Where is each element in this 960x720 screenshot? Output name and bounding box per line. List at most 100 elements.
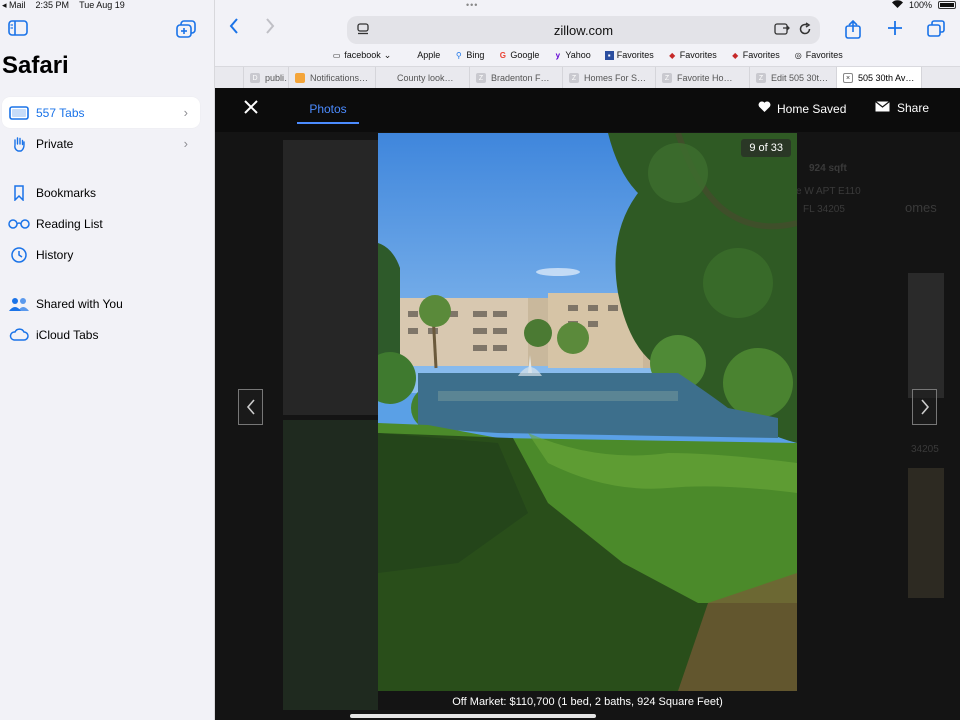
book-icon: ▪ <box>604 50 614 60</box>
photo-counter: 9 of 33 <box>741 139 791 157</box>
tab-favicon: Z <box>476 73 486 83</box>
tab-favicon: Z <box>569 73 579 83</box>
tab-label: 505 30th Av… <box>858 73 915 83</box>
reader-icon[interactable] <box>774 22 790 39</box>
background-city: FL 34205 <box>803 204 845 215</box>
battery-percent: 100% <box>908 0 932 10</box>
next-photo-button[interactable] <box>912 389 937 425</box>
sidebar-item-shared-with-you[interactable]: Shared with You <box>2 288 200 319</box>
tab-item[interactable]: Notifications… <box>289 67 376 89</box>
page-menu-icon[interactable] <box>356 23 370 39</box>
chevron-right-icon: › <box>183 136 188 151</box>
wifi-icon <box>891 0 903 10</box>
envelope-icon <box>875 101 890 115</box>
sidebar-item-tabs[interactable]: 557 Tabs › <box>2 97 200 128</box>
glasses-icon <box>8 216 30 232</box>
people-icon <box>8 296 30 312</box>
sidebar-item-label: Bookmarks <box>36 185 97 200</box>
favorite-folder-3[interactable]: ◆ Favorites <box>731 50 780 60</box>
chevron-left-icon <box>246 399 255 415</box>
new-tab-group-icon[interactable] <box>176 20 196 43</box>
home-indicator[interactable] <box>350 714 596 718</box>
tabs-icon <box>8 105 30 121</box>
favorite-folder-4[interactable]: ◎ Favorites <box>794 50 843 60</box>
tab-pinned[interactable]: Z <box>215 67 244 89</box>
sidebar-item-history[interactable]: History <box>2 239 200 270</box>
tab-favicon: Z <box>662 73 672 83</box>
status-bar: ◂ Mail 2:35 PM Tue Aug 19 ••• 100% <box>0 0 960 10</box>
sidebar-item-label: iCloud Tabs <box>36 327 99 342</box>
chevron-down-icon: ⌄ <box>383 49 392 60</box>
google-icon: G <box>499 50 506 60</box>
listing-photo[interactable]: 9 of 33 <box>378 133 797 691</box>
sidebar-item-label: Reading List <box>36 216 103 231</box>
status-left: ◂ Mail 2:35 PM Tue Aug 19 <box>2 0 125 11</box>
sidebar-title: Safari <box>2 52 69 79</box>
tab-overview-icon[interactable] <box>927 20 945 42</box>
new-tab-icon[interactable] <box>887 20 903 41</box>
favorite-folder-2[interactable]: ◆ Favorites <box>668 50 717 60</box>
favorite-bing[interactable]: ⚲ Bing <box>454 50 484 60</box>
background-homes-heading: omes <box>905 200 937 215</box>
tab-item[interactable]: Z Bradenton F… <box>470 67 563 89</box>
sidebar-item-reading-list[interactable]: Reading List <box>2 208 200 239</box>
tab-item[interactable]: County look… <box>376 67 470 89</box>
photo-caption: Off Market: $110,700 (1 bed, 2 baths, 92… <box>452 696 723 708</box>
back-button[interactable] <box>229 18 239 39</box>
safari-sidebar: Safari 557 Tabs › Private › Bookmarks Re… <box>0 0 215 720</box>
tab-label: Homes For S… <box>584 73 647 83</box>
reload-icon[interactable] <box>798 22 812 39</box>
browser-window: zillow.com ▭ facebook ⌄ Apple ⚲ Bing G Googl… <box>215 0 960 720</box>
favorite-label: Favorites <box>679 50 717 60</box>
favorite-apple[interactable]: Apple <box>405 50 440 60</box>
globe-icon: ◎ <box>794 50 802 60</box>
sidebar-item-label: History <box>36 247 74 262</box>
status-time: 2:35 PM <box>35 0 70 10</box>
favorite-label: Yahoo <box>565 50 591 60</box>
favorite-label: Favorites <box>742 50 780 60</box>
home-saved-button[interactable]: Home Saved <box>758 101 846 116</box>
sidebar-toolbar <box>8 20 206 44</box>
tab-item[interactable]: Z Edit 505 30t… <box>750 67 837 89</box>
favorite-label: Bing <box>466 50 485 60</box>
tab-favicon <box>382 73 392 83</box>
previous-photo-button[interactable] <box>238 389 263 425</box>
tab-label: County look… <box>397 73 454 83</box>
background-address: ve W APT E110 <box>791 186 861 197</box>
bookmark-icon <box>8 184 30 201</box>
folder-icon: ▭ <box>332 50 341 60</box>
close-tab-icon[interactable]: × <box>843 73 853 83</box>
favorite-label: facebook <box>344 50 381 60</box>
favorite-facebook[interactable]: ▭ facebook ⌄ <box>332 50 391 61</box>
tab-photos[interactable]: Photos <box>297 102 359 124</box>
sidebar-item-private[interactable]: Private › <box>2 128 200 159</box>
multitasking-dots-icon[interactable]: ••• <box>466 0 478 10</box>
cloud-icon <box>8 327 30 343</box>
background-sqft: 924 sqft <box>809 163 847 174</box>
share-button[interactable]: Share <box>875 101 929 115</box>
tab-label: Notifications… <box>310 73 369 83</box>
heart-icon <box>758 101 771 116</box>
back-to-app-link[interactable]: ◂ Mail <box>2 0 26 11</box>
sidebar-item-bookmarks[interactable]: Bookmarks <box>2 177 200 208</box>
tab-item[interactable]: Z Favorite Ho… <box>656 67 750 89</box>
tab-item[interactable]: Dpubli… <box>244 67 289 89</box>
tab-item[interactable]: Z Homes For S… <box>563 67 656 89</box>
favorite-google[interactable]: G Google <box>498 50 540 60</box>
tab-favicon: D <box>250 73 260 83</box>
sidebar-toggle-icon[interactable] <box>8 20 28 41</box>
web-page: 924 sqft ve W APT E110 FL 34205 omes 342… <box>215 88 960 720</box>
close-icon[interactable] <box>243 98 259 121</box>
battery-icon <box>938 1 956 9</box>
sidebar-item-label: Shared with You <box>36 296 123 311</box>
favorite-yahoo[interactable]: y Yahoo <box>553 50 591 60</box>
tab-item-active[interactable]: × 505 30th Av… <box>837 67 922 89</box>
sidebar-item-icloud-tabs[interactable]: iCloud Tabs <box>2 319 200 350</box>
photo-viewer-header: Photos Home Saved Share <box>215 88 960 132</box>
address-bar[interactable]: zillow.com <box>347 16 820 44</box>
share-icon[interactable] <box>845 19 861 44</box>
favorite-folder-1[interactable]: ▪ Favorites <box>604 50 654 60</box>
forward-button[interactable] <box>265 18 275 39</box>
tab-label: Bradenton F… <box>491 73 550 83</box>
url-text: zillow.com <box>553 22 614 38</box>
